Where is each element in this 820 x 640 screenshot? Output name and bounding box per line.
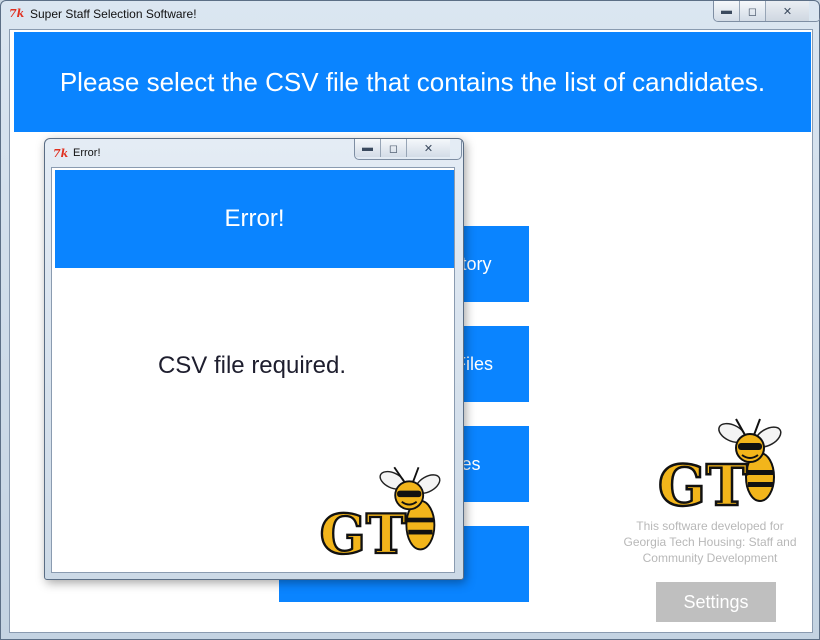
title-bar[interactable]: 7k Super Staff Selection Software! ▬ ◻ ✕ bbox=[1, 1, 820, 27]
svg-text:GT: GT bbox=[320, 502, 407, 566]
instruction-banner: Please select the CSV file that contains… bbox=[14, 32, 811, 132]
credit-line: This software developed for bbox=[636, 519, 784, 533]
buzz-mascot-icon: GT bbox=[318, 466, 441, 567]
svg-text:GT: GT bbox=[658, 453, 748, 515]
tk-icon: 7k bbox=[9, 7, 25, 20]
credit-text: This software developed for Georgia Tech… bbox=[610, 518, 810, 566]
window-title: Super Staff Selection Software! bbox=[30, 7, 197, 21]
dialog-controls: ▬ ◻ ✕ bbox=[354, 139, 462, 160]
maximize-icon[interactable]: ◻ bbox=[381, 139, 407, 157]
gt-logo: GT bbox=[650, 415, 800, 520]
error-message: CSV file required. bbox=[157, 352, 347, 379]
maximize-icon[interactable]: ◻ bbox=[740, 1, 766, 21]
minimize-icon[interactable]: ▬ bbox=[355, 139, 381, 157]
minimize-icon[interactable]: ▬ bbox=[714, 1, 740, 21]
credit-line: Georgia Tech Housing: Staff and bbox=[623, 535, 797, 549]
settings-button[interactable]: Settings bbox=[656, 582, 776, 622]
close-icon[interactable]: ✕ bbox=[407, 139, 450, 157]
window-controls: ▬ ◻ ✕ bbox=[713, 1, 820, 22]
error-dialog: 7k Error! ▬ ◻ ✕ Error! CSV file required… bbox=[44, 138, 464, 580]
close-icon[interactable]: ✕ bbox=[766, 1, 809, 21]
dialog-banner: Error! bbox=[55, 170, 454, 268]
credit-line: Community Development bbox=[642, 551, 778, 565]
gt-logo: GT bbox=[314, 458, 454, 573]
dialog-client-area: Error! CSV file required. GT bbox=[51, 167, 455, 573]
tk-icon: 7k bbox=[53, 147, 69, 160]
buzz-mascot-icon: GT bbox=[657, 418, 782, 520]
dialog-title: Error! bbox=[73, 147, 101, 159]
